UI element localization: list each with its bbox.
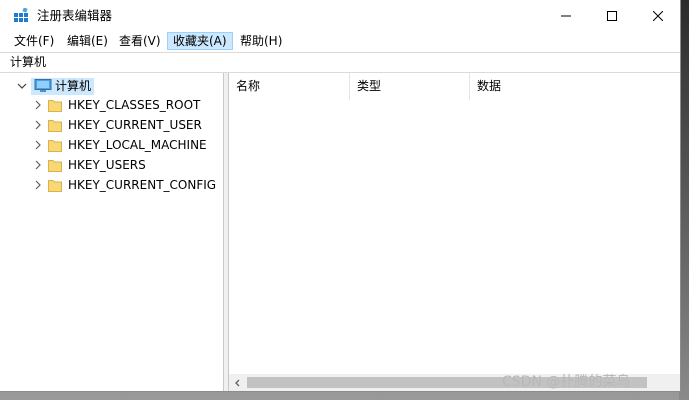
collapsed-chevron-icon[interactable] (32, 99, 44, 111)
folder-icon (48, 119, 62, 132)
minimize-button[interactable] (543, 0, 589, 31)
regedit-window: 注册表编辑器 文件(F) 编辑(E) 查看(V) 收藏夹(A) 帮助(H) 计算… (0, 0, 681, 392)
collapsed-chevron-icon[interactable] (32, 179, 44, 191)
address-bar[interactable]: 计算机 (0, 52, 680, 73)
tree-item-hkcc[interactable]: HKEY_CURRENT_CONFIG (32, 175, 216, 195)
scroll-left-arrow-icon[interactable] (229, 374, 246, 391)
maximize-icon (607, 10, 617, 21)
column-header-type[interactable]: 类型 (350, 73, 470, 100)
column-header-name[interactable]: 名称 (229, 73, 350, 100)
close-button[interactable] (635, 0, 681, 31)
menu-bar: 文件(F) 编辑(E) 查看(V) 收藏夹(A) 帮助(H) (0, 31, 680, 51)
collapsed-chevron-icon[interactable] (32, 139, 44, 151)
close-icon (653, 10, 663, 21)
regedit-icon (14, 7, 30, 24)
folder-icon (48, 99, 62, 112)
address-input[interactable]: 计算机 (10, 55, 46, 70)
watermark-text: CSDN @扑腾的菜鸟 (502, 374, 631, 390)
expanded-chevron-icon[interactable] (16, 80, 28, 92)
tree-item-label: HKEY_LOCAL_MACHINE (68, 138, 207, 152)
tree-item-label: HKEY_CURRENT_USER (68, 118, 202, 132)
tree-item-hklm[interactable]: HKEY_LOCAL_MACHINE (32, 135, 207, 155)
collapsed-chevron-icon[interactable] (32, 159, 44, 171)
tree-root-selected[interactable]: 计算机 (31, 77, 95, 95)
title-bar[interactable]: 注册表编辑器 (0, 0, 680, 31)
tree-item-label: HKEY_USERS (68, 158, 146, 172)
column-header-data[interactable]: 数据 (470, 73, 590, 100)
menu-favorites[interactable]: 收藏夹(A) (167, 32, 233, 50)
menu-help[interactable]: 帮助(H) (235, 32, 287, 50)
folder-icon (48, 159, 62, 172)
tree-root-computer[interactable]: 计算机 (16, 77, 95, 95)
computer-icon (34, 79, 52, 93)
tree-root-label: 计算机 (55, 78, 92, 93)
tree-item-hkcr[interactable]: HKEY_CLASSES_ROOT (32, 95, 200, 115)
menu-file[interactable]: 文件(F) (9, 32, 59, 50)
menu-edit[interactable]: 编辑(E) (62, 32, 113, 50)
tree-item-hkcu[interactable]: HKEY_CURRENT_USER (32, 115, 202, 135)
values-list-pane[interactable]: 名称 类型 数据 (228, 73, 680, 391)
tree-pane: 计算机 HKEY_CLASSES_ROOT HKEY_CURRENT_USER … (0, 73, 224, 391)
minimize-icon (561, 15, 571, 16)
menu-view[interactable]: 查看(V) (114, 32, 166, 50)
collapsed-chevron-icon[interactable] (32, 119, 44, 131)
tree-item-hku[interactable]: HKEY_USERS (32, 155, 146, 175)
folder-icon (48, 179, 62, 192)
window-title: 注册表编辑器 (37, 8, 113, 23)
maximize-button[interactable] (589, 0, 635, 31)
folder-icon (48, 139, 62, 152)
tree-item-label: HKEY_CURRENT_CONFIG (68, 178, 217, 192)
tree-item-label: HKEY_CLASSES_ROOT (68, 98, 201, 112)
